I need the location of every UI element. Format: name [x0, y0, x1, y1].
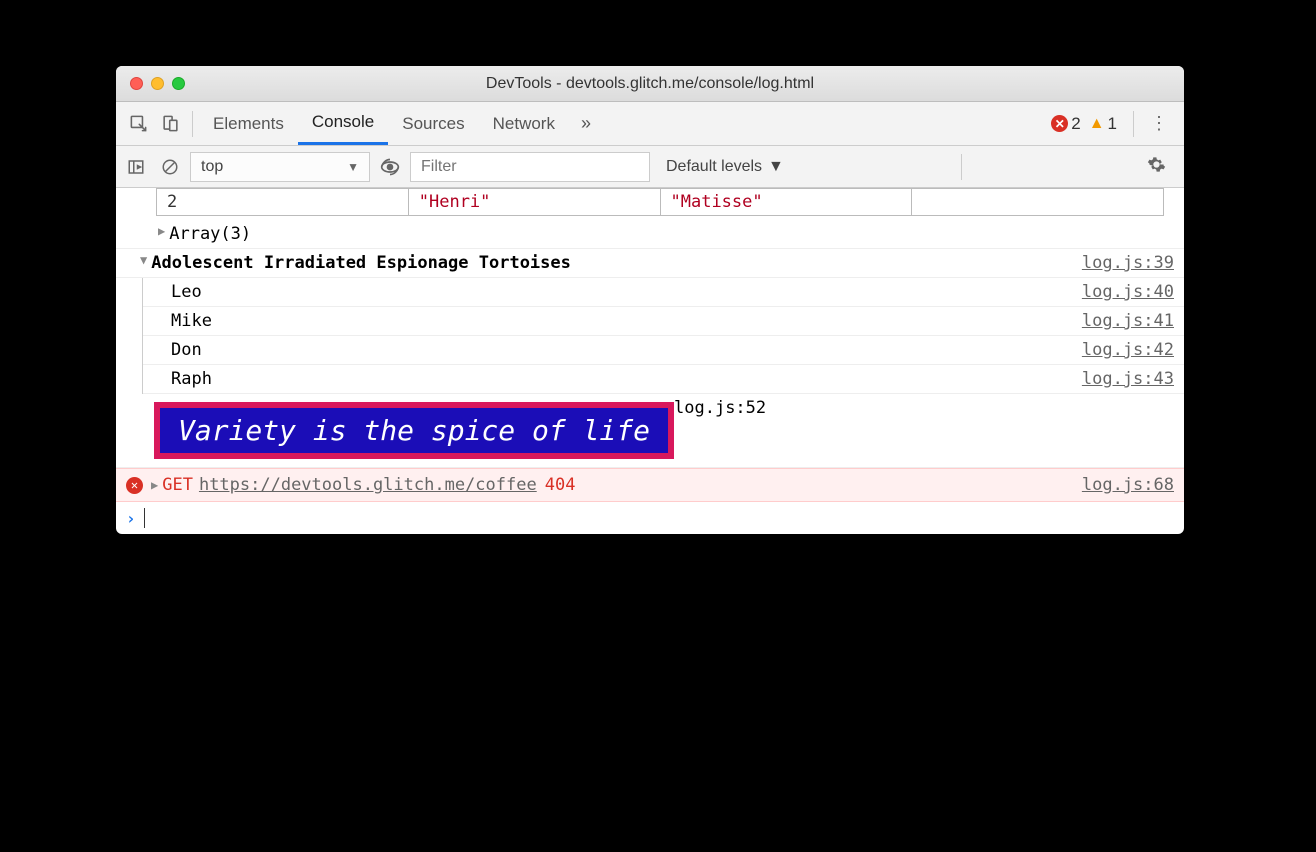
errors-count: 2 — [1071, 114, 1080, 134]
collapse-icon[interactable]: ▼ — [140, 253, 151, 267]
device-toggle-icon[interactable] — [154, 108, 186, 140]
console-output: 2 "Henri" "Matisse" ▶ Array(3) ▼ Adolesc… — [116, 188, 1184, 534]
warning-icon: ▲ — [1089, 115, 1105, 133]
source-link[interactable]: log.js:42 — [1070, 340, 1174, 360]
row-index: 2 — [157, 189, 409, 216]
chevron-down-icon: ▼ — [347, 160, 359, 174]
tab-sources[interactable]: Sources — [388, 102, 478, 145]
maximize-button[interactable] — [172, 77, 185, 90]
last-name-cell: "Matisse" — [660, 189, 912, 216]
inspect-icon[interactable] — [122, 108, 154, 140]
expand-icon[interactable]: ▶ — [158, 224, 169, 238]
separator — [192, 111, 193, 137]
prompt-icon: › — [126, 509, 136, 528]
tabs-overflow[interactable]: » — [569, 113, 603, 134]
kebab-menu[interactable]: ⋮ — [1140, 113, 1178, 134]
first-name-cell: "Henri" — [408, 189, 660, 216]
styled-log-text: Variety is the spice of life — [154, 402, 674, 459]
group-title: Adolescent Irradiated Espionage Tortoise… — [151, 253, 571, 273]
context-selector[interactable]: top ▼ — [190, 152, 370, 182]
console-table: 2 "Henri" "Matisse" — [156, 188, 1164, 216]
live-expression-icon[interactable] — [376, 153, 404, 181]
minimize-button[interactable] — [151, 77, 164, 90]
group-header[interactable]: ▼ Adolescent Irradiated Espionage Tortoi… — [116, 249, 1184, 278]
group-body: Leo log.js:40 Mike log.js:41 Don log.js:… — [142, 278, 1184, 394]
text-cursor — [144, 508, 145, 528]
http-method: GET — [162, 475, 193, 495]
source-link[interactable]: log.js:41 — [1070, 311, 1174, 331]
styled-log-row[interactable]: Variety is the spice of life log.js:52 — [116, 394, 1184, 468]
context-value: top — [201, 158, 223, 176]
empty-cell — [912, 189, 1164, 216]
log-text: Don — [171, 340, 202, 360]
tab-network[interactable]: Network — [479, 102, 569, 145]
status-badges: ✕ 2 ▲ 1 — [1041, 114, 1127, 134]
error-icon: ✕ — [126, 477, 143, 494]
source-link[interactable]: log.js:39 — [1070, 253, 1174, 273]
traffic-lights — [130, 77, 185, 90]
log-text: Leo — [171, 282, 202, 302]
separator — [1133, 111, 1134, 137]
source-link[interactable]: log.js:43 — [1070, 369, 1174, 389]
error-url[interactable]: https://devtools.glitch.me/coffee — [199, 475, 537, 495]
tab-bar: Elements Console Sources Network » ✕ 2 ▲… — [116, 102, 1184, 146]
tab-console[interactable]: Console — [298, 102, 388, 145]
separator — [961, 154, 962, 180]
console-toolbar: top ▼ Default levels ▼ — [116, 146, 1184, 188]
filter-input[interactable] — [410, 152, 650, 182]
source-link[interactable]: log.js:68 — [1082, 475, 1174, 495]
log-row[interactable]: Raph log.js:43 — [143, 365, 1184, 394]
log-row[interactable]: Leo log.js:40 — [143, 278, 1184, 307]
table-row[interactable]: 2 "Henri" "Matisse" — [157, 189, 1164, 216]
devtools-window: DevTools - devtools.glitch.me/console/lo… — [116, 66, 1184, 534]
chevron-down-icon: ▼ — [768, 158, 784, 176]
log-text: Mike — [171, 311, 212, 331]
array-label: Array(3) — [169, 224, 251, 244]
expand-icon[interactable]: ▶ — [151, 478, 162, 492]
levels-label: Default levels — [666, 158, 762, 176]
log-levels-selector[interactable]: Default levels ▼ — [656, 158, 794, 176]
log-row[interactable]: Don log.js:42 — [143, 336, 1184, 365]
source-link[interactable]: log.js:40 — [1070, 282, 1174, 302]
http-status: 404 — [545, 475, 576, 495]
settings-icon[interactable] — [1135, 155, 1178, 179]
warnings-badge[interactable]: ▲ 1 — [1089, 114, 1117, 134]
source-link[interactable]: log.js:52 — [674, 398, 766, 418]
console-prompt[interactable]: › — [116, 502, 1184, 534]
errors-badge[interactable]: ✕ 2 — [1051, 114, 1080, 134]
close-button[interactable] — [130, 77, 143, 90]
error-icon: ✕ — [1051, 115, 1068, 132]
window-title: DevTools - devtools.glitch.me/console/lo… — [128, 75, 1172, 93]
log-row[interactable]: Mike log.js:41 — [143, 307, 1184, 336]
error-row[interactable]: ✕ ▶ GET https://devtools.glitch.me/coffe… — [116, 468, 1184, 502]
log-text: Raph — [171, 369, 212, 389]
tab-elements[interactable]: Elements — [199, 102, 298, 145]
sidebar-toggle-icon[interactable] — [122, 153, 150, 181]
array-row[interactable]: ▶ Array(3) — [116, 220, 1184, 249]
titlebar: DevTools - devtools.glitch.me/console/lo… — [116, 66, 1184, 102]
clear-console-icon[interactable] — [156, 153, 184, 181]
warnings-count: 1 — [1108, 114, 1117, 134]
